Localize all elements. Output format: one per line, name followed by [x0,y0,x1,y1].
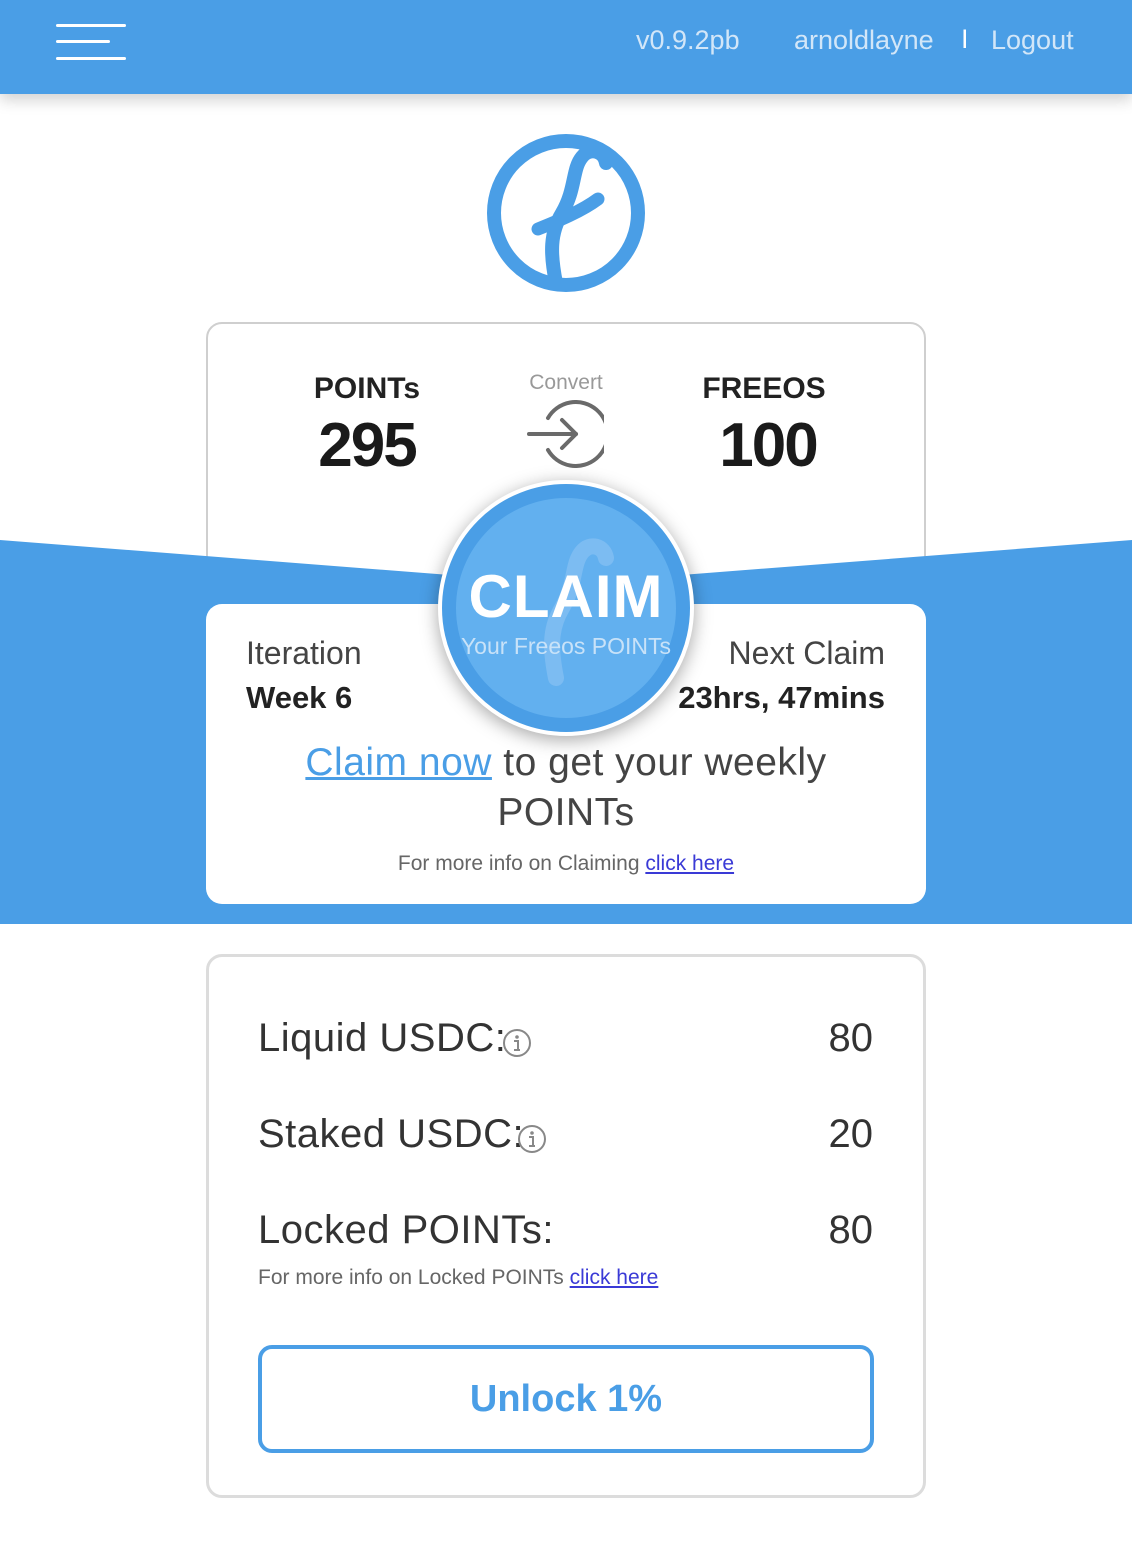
claim-now-link[interactable]: Claim now [305,741,492,784]
liquid-usdc-value: 80 [828,1016,874,1060]
claim-info: For more info on Claiming click here [206,852,926,876]
freeos-logo-icon [487,134,645,292]
points-label: POINTs [313,372,421,405]
hamburger-line [56,40,110,43]
username-label: arnoldlayne [794,25,934,55]
version-label: v0.9.2pb [636,25,740,55]
locked-info-link[interactable]: click here [570,1266,659,1289]
claim-button[interactable]: CLAIM Your Freeos POINTs [438,480,694,736]
claim-button-subtitle: Your Freeos POINTs [460,633,672,659]
staked-usdc-label: Staked USDC: [258,1112,525,1156]
next-claim-value: 23hrs, 47mins [678,680,885,715]
info-icon[interactable] [517,1124,547,1154]
next-claim-label: Next Claim [728,635,885,671]
locked-info-text: For more info on Locked POINTs [258,1266,570,1289]
staked-usdc-value: 20 [828,1112,874,1156]
points-value: 295 [318,411,417,480]
convert-arrow-icon[interactable] [526,400,604,468]
liquid-usdc-label: Liquid USDC: [258,1016,507,1060]
claim-button-title: CLAIM [468,563,664,630]
top-bar: v0.9.2pb arnoldlayne I Logout [0,0,1132,94]
hamburger-line [56,57,126,60]
logout-link[interactable]: Logout [991,25,1074,56]
info-icon[interactable] [502,1028,532,1058]
locked-info: For more info on Locked POINTs click her… [258,1266,658,1290]
claim-info-text: For more info on Claiming [397,852,646,875]
locked-points-value: 80 [828,1208,874,1252]
freeos-label: FREEOS [702,372,826,405]
convert-label: Convert [529,371,603,394]
claim-message-text: to get your weekly POINTs [491,741,827,834]
claim-message: Claim now to get your weekly POINTs [266,738,866,838]
header-separator: I [961,24,969,54]
hamburger-line [56,24,126,27]
locked-points-label: Locked POINTs: [258,1208,555,1252]
unlock-button[interactable]: Unlock 1% [258,1345,874,1453]
claim-info-link[interactable]: click here [645,852,734,875]
freeos-value: 100 [719,411,818,480]
iteration-label: Iteration [246,635,362,671]
hamburger-icon[interactable] [56,24,126,62]
iteration-value: Week 6 [246,680,353,715]
